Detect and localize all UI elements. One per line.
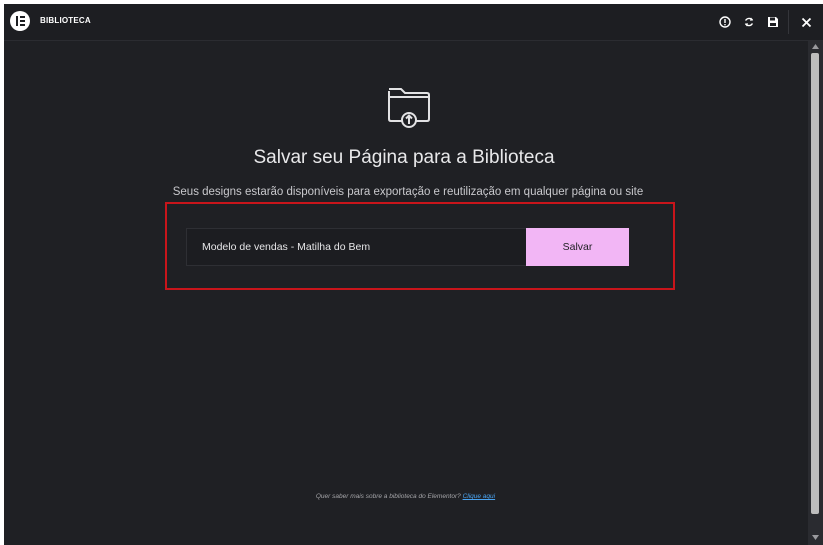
elementor-logo-icon	[10, 11, 30, 31]
template-name-input[interactable]	[186, 228, 528, 266]
footer-text: Quer saber mais sobre a biblioteca do El…	[4, 493, 807, 500]
save-icon[interactable]	[764, 13, 782, 31]
modal-title: BIBLIOTECA	[40, 16, 91, 25]
sync-icon[interactable]	[740, 13, 758, 31]
scroll-down-arrow-icon[interactable]	[808, 532, 823, 543]
footer-link[interactable]: Clique aqui	[463, 493, 496, 500]
scrollbar-thumb[interactable]	[811, 53, 819, 514]
library-modal: BIBLIOTECA Salvar seu Página para a Bibl…	[4, 4, 823, 545]
help-icon[interactable]	[716, 13, 734, 31]
footer-question: Quer saber mais sobre a biblioteca do El…	[315, 493, 463, 500]
page-subtitle: Seus designs estarão disponíveis para ex…	[172, 186, 644, 198]
scroll-up-arrow-icon[interactable]	[808, 41, 823, 52]
folder-upload-icon	[385, 83, 433, 136]
page-title: Salvar seu Página para a Biblioteca	[253, 147, 555, 168]
close-icon[interactable]	[797, 13, 815, 31]
header-divider	[788, 10, 789, 34]
save-button[interactable]: Salvar	[526, 228, 629, 266]
modal-header: BIBLIOTECA	[4, 4, 823, 41]
